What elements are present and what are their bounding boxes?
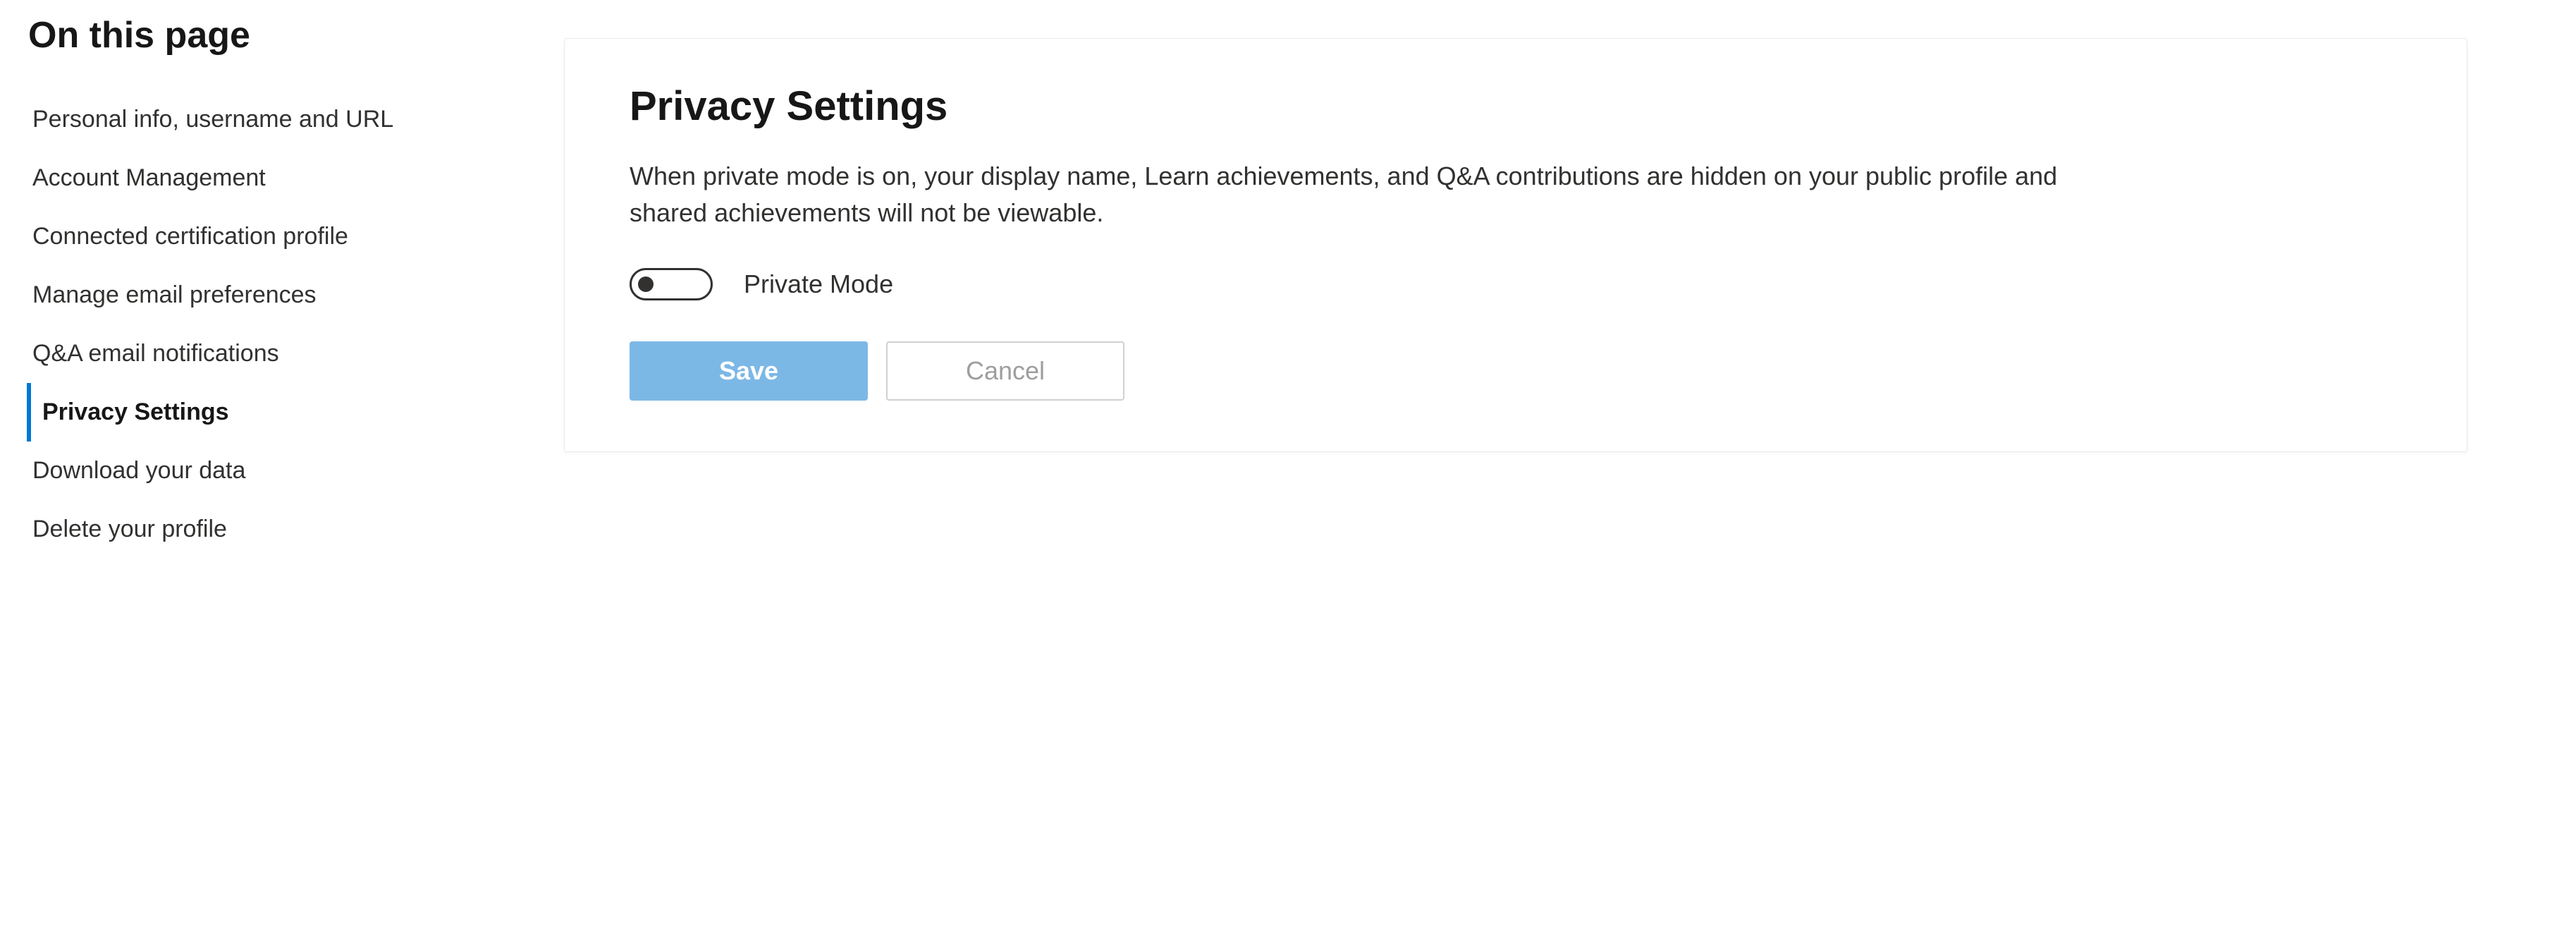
nav-item-account-management[interactable]: Account Management bbox=[28, 149, 508, 207]
cancel-button[interactable]: Cancel bbox=[886, 341, 1124, 401]
page-heading: Privacy Settings bbox=[630, 83, 2402, 130]
toggle-knob bbox=[638, 276, 654, 292]
nav-item-download-data[interactable]: Download your data bbox=[28, 442, 508, 500]
private-mode-row: Private Mode bbox=[630, 268, 2402, 300]
save-button[interactable]: Save bbox=[630, 341, 868, 401]
nav-item-delete-profile[interactable]: Delete your profile bbox=[28, 500, 508, 559]
nav-item-connected-certification[interactable]: Connected certification profile bbox=[28, 207, 508, 266]
settings-card: Privacy Settings When private mode is on… bbox=[564, 38, 2467, 452]
nav-item-email-preferences[interactable]: Manage email preferences bbox=[28, 266, 508, 324]
private-mode-toggle[interactable] bbox=[630, 268, 713, 300]
sidebar: On this page Personal info, username and… bbox=[28, 14, 508, 559]
privacy-description: When private mode is on, your display na… bbox=[630, 158, 2075, 231]
nav-item-personal-info[interactable]: Personal info, username and URL bbox=[28, 90, 508, 149]
private-mode-label: Private Mode bbox=[744, 269, 893, 299]
nav-list: Personal info, username and URL Account … bbox=[28, 90, 508, 559]
nav-item-qa-email-notifications[interactable]: Q&A email notifications bbox=[28, 324, 508, 383]
nav-item-privacy-settings[interactable]: Privacy Settings bbox=[27, 383, 508, 442]
action-buttons: Save Cancel bbox=[630, 341, 2402, 401]
sidebar-title: On this page bbox=[28, 14, 508, 56]
